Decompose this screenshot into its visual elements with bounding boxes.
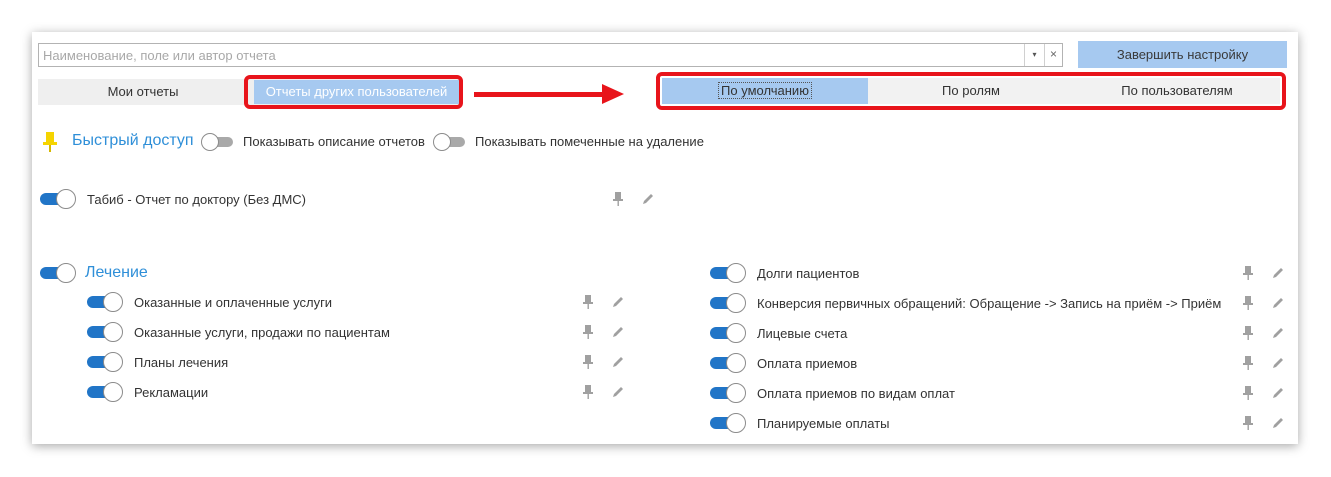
arrow-head-icon [602, 84, 624, 104]
report-toggle[interactable] [710, 293, 746, 313]
arrow-annotation [474, 92, 610, 97]
quick-access-pin-icon [43, 132, 57, 152]
highlight-frame-left [244, 75, 463, 109]
edit-icon[interactable] [1271, 296, 1285, 310]
report-label: Оплата приемов [757, 356, 858, 371]
pin-icon[interactable] [1241, 416, 1255, 430]
pin-icon[interactable] [581, 295, 595, 309]
report-toggle[interactable] [87, 382, 123, 402]
report-toggle[interactable] [710, 263, 746, 283]
section-treatment-title: Лечение [85, 264, 148, 281]
pin-icon[interactable] [1241, 296, 1255, 310]
edit-icon[interactable] [1271, 266, 1285, 280]
quick-item-toggle[interactable] [40, 189, 76, 209]
report-toggle[interactable] [710, 323, 746, 343]
pin-icon[interactable] [581, 385, 595, 399]
edit-icon[interactable] [1271, 326, 1285, 340]
edit-icon[interactable] [611, 385, 625, 399]
chevron-down-icon: ▾ [1032, 50, 1037, 59]
edit-icon[interactable] [1271, 386, 1285, 400]
report-toggle[interactable] [710, 383, 746, 403]
show-marked-deleted-label: Показывать помеченные на удаление [475, 134, 704, 149]
close-icon: × [1049, 47, 1057, 61]
report-label: Конверсия первичных обращений: Обращение… [757, 296, 1222, 311]
finish-setup-button[interactable]: Завершить настройку [1078, 41, 1287, 68]
show-marked-deleted-toggle[interactable] [433, 133, 467, 151]
report-toggle[interactable] [87, 322, 123, 342]
pin-icon[interactable] [581, 325, 595, 339]
show-descriptions-toggle[interactable] [201, 133, 235, 151]
report-label: Планы лечения [134, 355, 229, 370]
report-label: Оплата приемов по видам оплат [757, 386, 955, 401]
clear-button[interactable]: × [1044, 44, 1062, 66]
quick-item-label: Табиб - Отчет по доктору (Без ДМС) [87, 192, 306, 207]
report-label: Оказанные услуги, продажи по пациентам [134, 325, 390, 340]
report-label: Планируемые оплаты [757, 416, 890, 431]
edit-icon[interactable] [641, 192, 655, 206]
pin-icon[interactable] [611, 192, 625, 206]
report-label: Рекламации [134, 385, 209, 400]
pin-icon[interactable] [1241, 266, 1255, 280]
report-toggle[interactable] [87, 352, 123, 372]
search-input[interactable] [39, 44, 1024, 66]
edit-icon[interactable] [1271, 416, 1285, 430]
pin-icon[interactable] [1241, 356, 1255, 370]
quick-access-title: Быстрый доступ [72, 132, 194, 149]
report-toggle[interactable] [87, 292, 123, 312]
dropdown-button[interactable]: ▾ [1024, 44, 1044, 66]
tab-my-reports[interactable]: Мои отчеты [38, 79, 248, 105]
section-treatment-toggle[interactable] [40, 263, 76, 283]
edit-icon[interactable] [611, 355, 625, 369]
pin-icon[interactable] [1241, 326, 1255, 340]
report-label: Долги пациентов [757, 266, 860, 281]
search-field[interactable]: ▾ × [38, 43, 1063, 67]
report-label: Оказанные и оплаченные услуги [134, 295, 333, 310]
report-label: Лицевые счета [757, 326, 848, 341]
show-descriptions-label: Показывать описание отчетов [243, 134, 425, 149]
report-settings-panel: ▾ × Завершить настройку Мои отчеты Отчет… [32, 32, 1298, 444]
edit-icon[interactable] [611, 295, 625, 309]
report-toggle[interactable] [710, 353, 746, 373]
edit-icon[interactable] [611, 325, 625, 339]
report-toggle[interactable] [710, 413, 746, 433]
highlight-frame-right [656, 72, 1286, 110]
edit-icon[interactable] [1271, 356, 1285, 370]
pin-icon[interactable] [581, 355, 595, 369]
pin-icon[interactable] [1241, 386, 1255, 400]
